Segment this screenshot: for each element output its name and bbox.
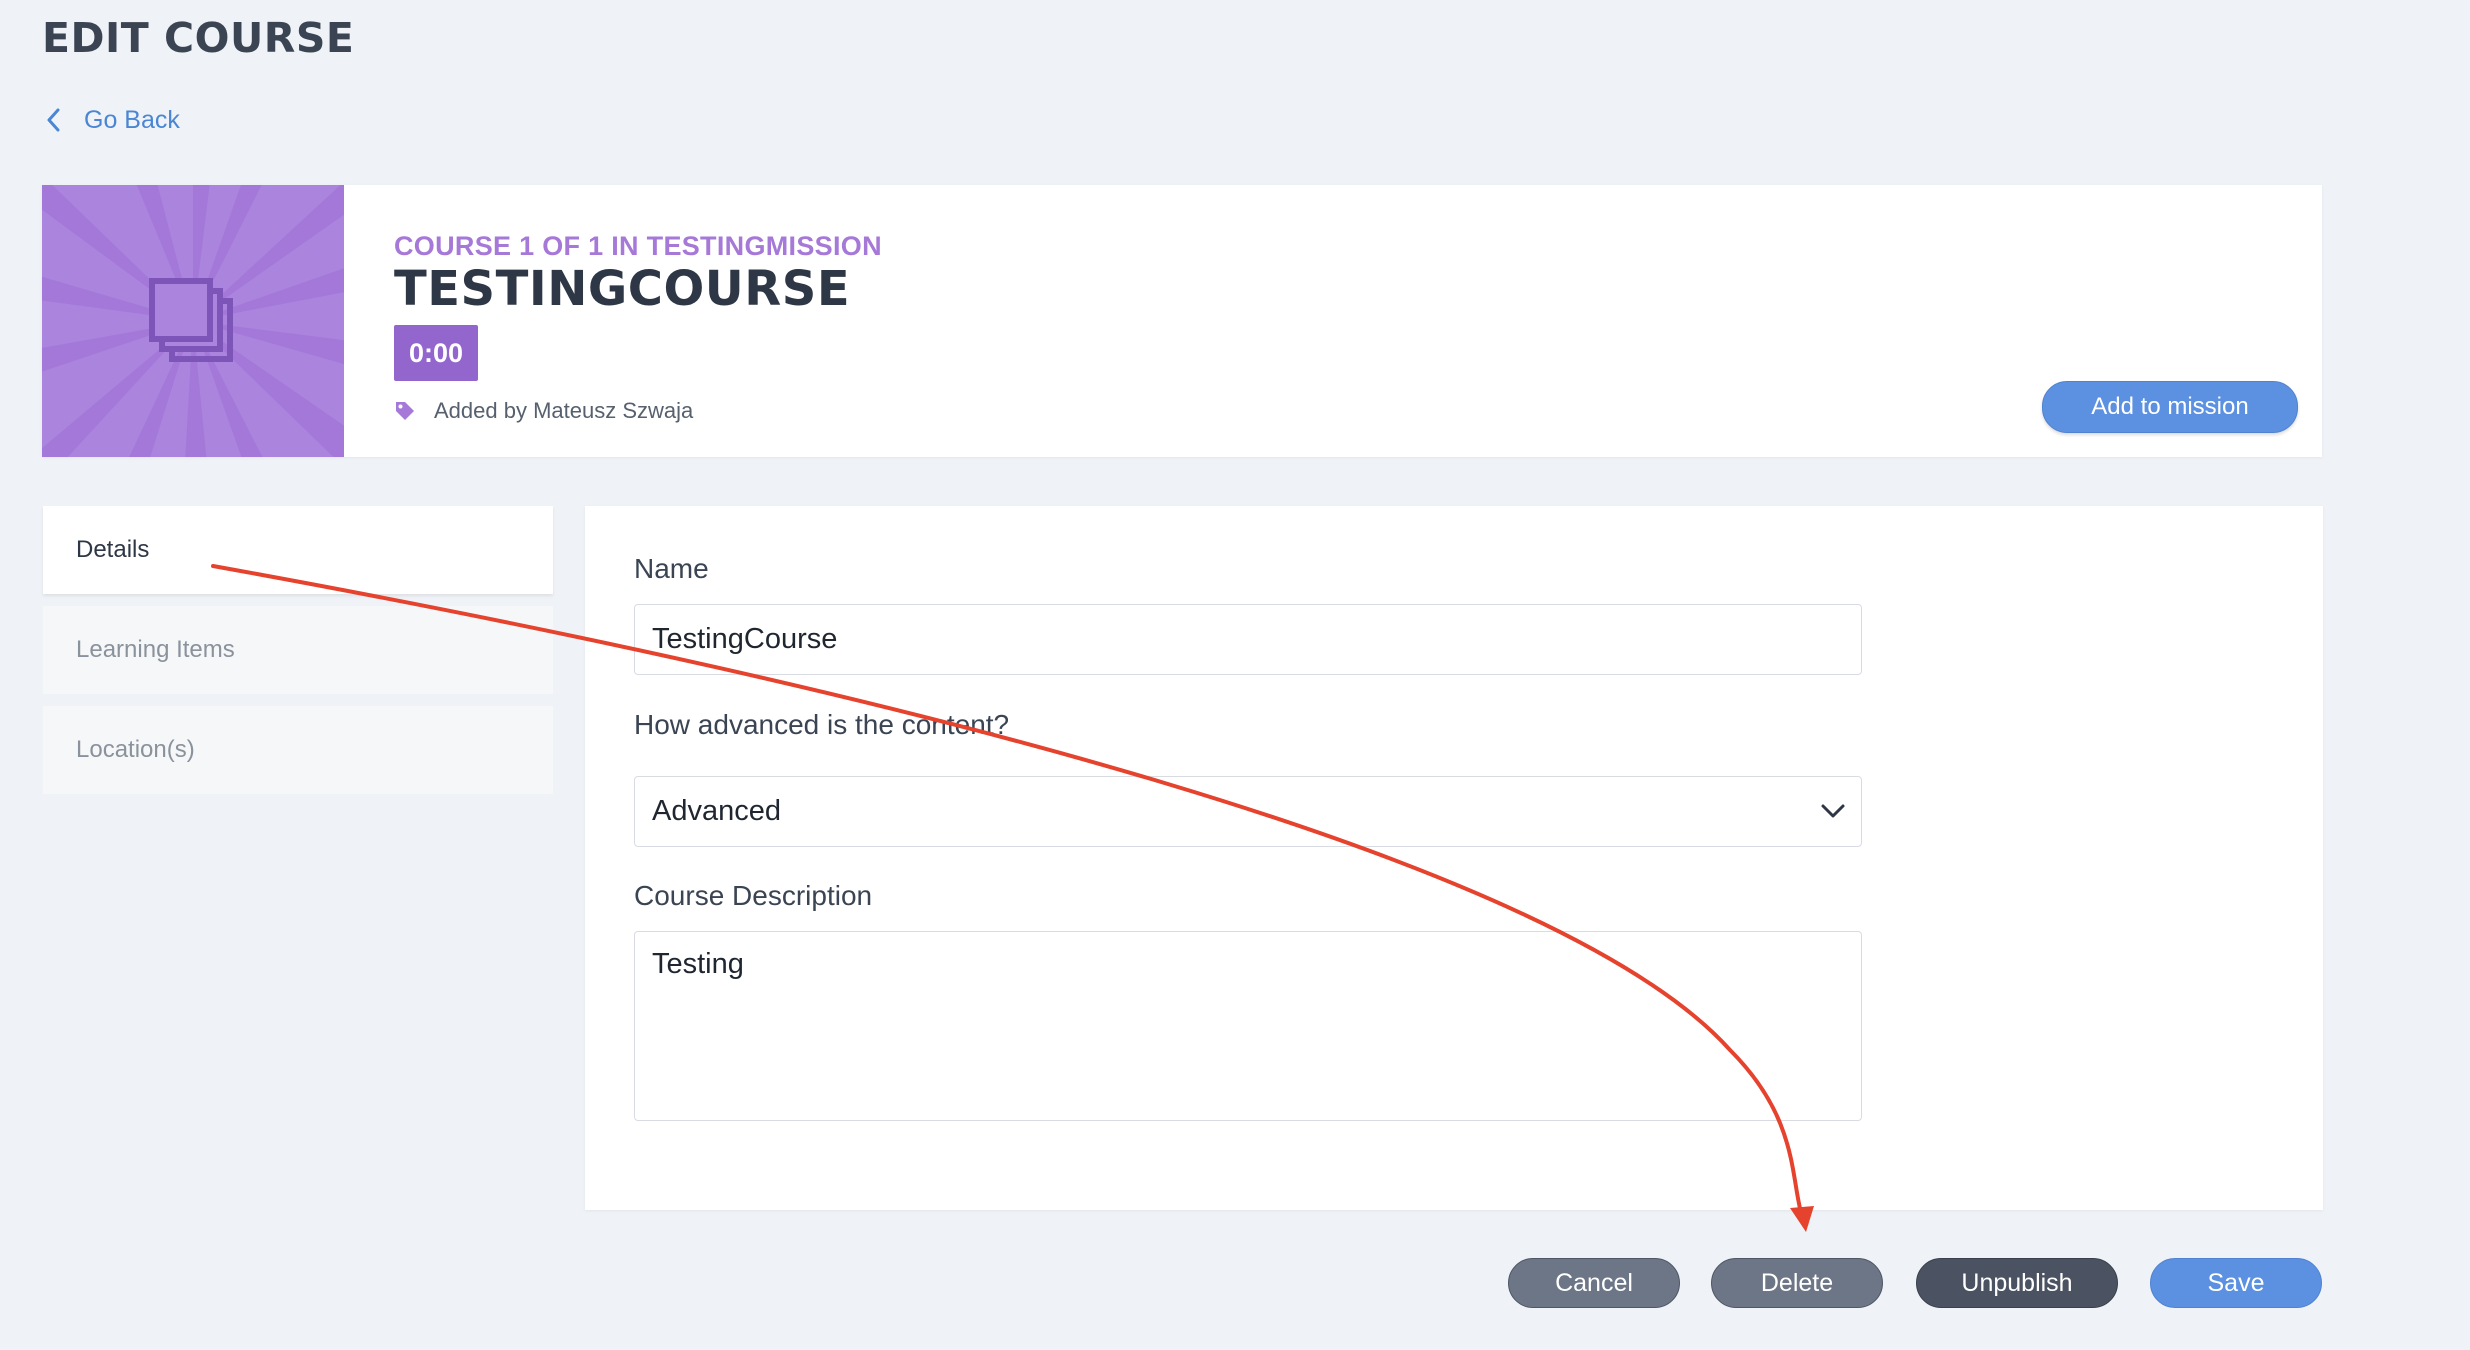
delete-button[interactable]: Delete bbox=[1711, 1258, 1883, 1308]
course-header-card: COURSE 1 OF 1 IN TESTINGMISSION TESTINGC… bbox=[42, 185, 2322, 457]
tab-details[interactable]: Details bbox=[43, 506, 553, 594]
added-by: Added by Mateusz Szwaja bbox=[394, 395, 693, 427]
page-title: EDIT COURSE bbox=[42, 14, 355, 62]
chevron-left-icon bbox=[47, 108, 60, 132]
description-label: Course Description bbox=[634, 880, 873, 911]
name-label: Name bbox=[634, 553, 709, 584]
save-button[interactable]: Save bbox=[2150, 1258, 2322, 1308]
level-select-value: Advanced bbox=[652, 795, 781, 827]
cancel-button[interactable]: Cancel bbox=[1508, 1258, 1680, 1308]
description-textarea[interactable]: Testing bbox=[634, 931, 1862, 1121]
course-title: TESTINGCOURSE bbox=[394, 261, 851, 317]
course-thumbnail bbox=[42, 185, 344, 457]
go-back-label: Go Back bbox=[84, 105, 180, 134]
level-select[interactable]: Advanced bbox=[634, 776, 1862, 847]
go-back-link[interactable]: Go Back bbox=[44, 100, 180, 140]
add-to-mission-button[interactable]: Add to mission bbox=[2042, 381, 2298, 433]
stack-icon bbox=[149, 278, 233, 362]
duration-badge: 0:00 bbox=[394, 325, 478, 381]
tab-locations[interactable]: Location(s) bbox=[43, 706, 553, 794]
tab-learning-items[interactable]: Learning Items bbox=[43, 606, 553, 694]
level-label: How advanced is the content? bbox=[634, 709, 1010, 740]
added-by-text: Added by Mateusz Szwaja bbox=[434, 398, 694, 423]
chevron-down-icon bbox=[1821, 804, 1845, 818]
course-meta: COURSE 1 OF 1 IN TESTINGMISSION bbox=[394, 231, 882, 261]
name-input[interactable]: TestingCourse bbox=[634, 604, 1862, 675]
tag-icon bbox=[396, 402, 414, 420]
unpublish-button[interactable]: Unpublish bbox=[1916, 1258, 2118, 1308]
